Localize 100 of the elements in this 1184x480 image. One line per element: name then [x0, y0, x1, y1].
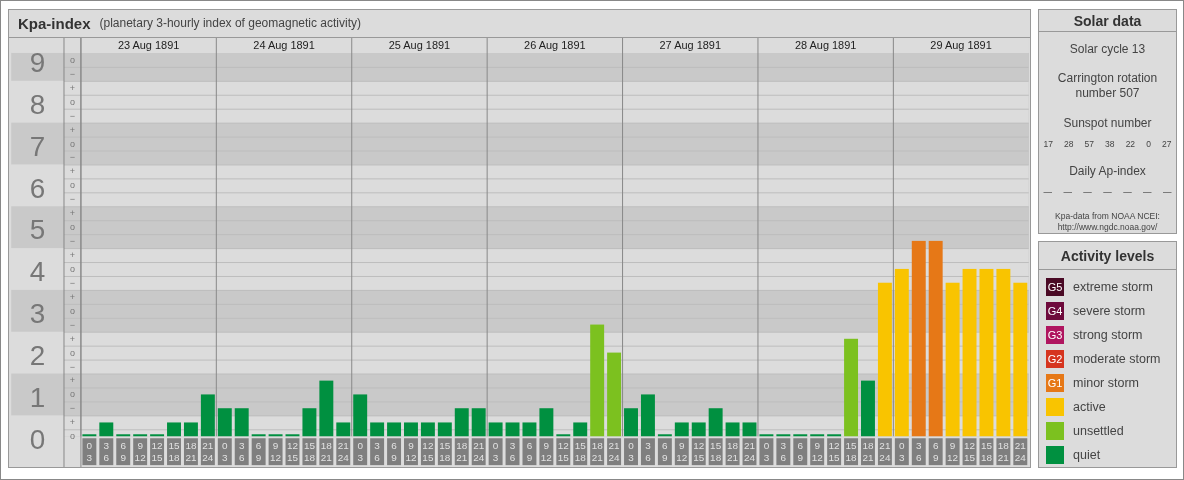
- sub-level-label: o: [69, 54, 75, 65]
- kp-bar: [624, 408, 638, 437]
- ap-index-value: —: [1063, 187, 1072, 197]
- time-range-label: 6 9: [251, 438, 266, 465]
- time-range-label: 0 3: [624, 438, 638, 465]
- time-range-label: 9 12: [945, 438, 960, 465]
- time-range-label: 3 6: [99, 438, 114, 465]
- sub-level-label: o: [69, 431, 75, 442]
- sub-level-label: +: [69, 249, 76, 260]
- kp-bar: [150, 434, 165, 437]
- x-tick-label: 0 3: [763, 440, 770, 464]
- x-tick-label: 6 9: [932, 440, 939, 464]
- badge-text: G5: [1046, 280, 1064, 294]
- time-range-label: 12 15: [556, 438, 571, 465]
- day-header: 26 Aug 1891: [524, 38, 586, 51]
- time-range-label: 3 6: [234, 438, 249, 465]
- sunspot-value: 38: [1105, 139, 1115, 149]
- time-range-label: 12 15: [827, 438, 842, 465]
- time-range-label: 15 18: [167, 438, 181, 465]
- sunspot-value: 57: [1084, 139, 1095, 149]
- sub-level-label: +: [69, 166, 76, 177]
- time-range-label: 21 24: [607, 438, 622, 465]
- sunspot-value: 0: [1146, 139, 1151, 149]
- time-range-label: 9 12: [539, 438, 554, 465]
- solar-cycle-text: Solar cycle 13: [1069, 42, 1146, 56]
- sub-level-label: −: [69, 361, 76, 372]
- time-range-label: 15 18: [302, 438, 317, 465]
- panel-subtitle: (planetary 3-hourly index of geomagnetic activity): [99, 16, 361, 31]
- sub-level-label: −: [69, 277, 76, 288]
- x-tick-label: 6 9: [391, 440, 398, 464]
- kp-level-label: 8: [29, 88, 46, 120]
- kp-level-label: 5: [29, 214, 46, 246]
- sub-level-label: −: [69, 152, 76, 163]
- sub-level-label: −: [69, 194, 76, 205]
- time-range-label: 12 15: [962, 438, 977, 465]
- sunspot-value: 27: [1161, 139, 1172, 149]
- time-range-label: 6 9: [522, 438, 537, 465]
- kp-bar: [387, 422, 401, 437]
- sub-level-label: +: [69, 208, 76, 219]
- time-range-label: 18 21: [454, 438, 469, 465]
- panel-title: Activity levels: [1039, 242, 1176, 270]
- sub-level-label: +: [69, 417, 76, 428]
- day-header: 28 Aug 1891: [794, 38, 857, 51]
- sunspot-value: 28: [1064, 139, 1074, 149]
- time-range-label: 3 6: [505, 438, 520, 465]
- time-range-label: 3 6: [911, 438, 926, 465]
- level-band: [11, 289, 64, 332]
- ap-index-value: —: [1083, 187, 1092, 197]
- sub-level-label: −: [69, 235, 76, 246]
- time-range-label: 18 21: [319, 438, 334, 465]
- time-range-label: 15 18: [573, 438, 588, 465]
- x-tick-label: 3 6: [238, 440, 245, 464]
- sub-level-label: +: [69, 291, 76, 302]
- kp-bar: [336, 422, 351, 437]
- time-range-label: 0 3: [488, 438, 503, 465]
- time-range-label: 3 6: [776, 438, 791, 465]
- source-note: Kpa-data from NOAA NCEI: http://www.ngdc.noaa.gov/: [1054, 211, 1161, 233]
- badge-text: G1: [1046, 376, 1064, 390]
- kp-bar: [133, 434, 148, 437]
- sub-level-label: −: [69, 403, 76, 414]
- kp-level-label: 3: [29, 297, 46, 329]
- sub-level-label: o: [69, 180, 75, 191]
- sub-level-label: o: [69, 347, 75, 358]
- time-range-label: 18 21: [725, 438, 740, 465]
- sunspot-value: 17: [1043, 139, 1053, 149]
- kp-level-label: 6: [29, 172, 46, 204]
- time-range-label: 0 3: [894, 438, 909, 465]
- time-range-label: 6 9: [387, 438, 401, 465]
- time-range-label: 21 24: [336, 438, 351, 465]
- sub-level-label: +: [69, 124, 76, 135]
- kp-bar: [539, 408, 554, 437]
- kp-level-label: 7: [29, 130, 46, 162]
- x-tick-label: 3 6: [103, 440, 110, 464]
- rotation-text: Carrington rotation number 507: [1056, 71, 1159, 101]
- time-range-label: 6 9: [116, 438, 131, 465]
- level-band: [11, 122, 64, 165]
- x-tick-label: 6 9: [797, 440, 804, 464]
- level-label: severe storm: [1073, 304, 1146, 318]
- x-tick-label: 0 3: [628, 440, 635, 464]
- time-range-label: 21 24: [471, 438, 486, 465]
- level-label: moderate storm: [1073, 352, 1161, 366]
- time-range-label: 21 24: [742, 438, 757, 465]
- time-range-label: 9 12: [133, 438, 148, 465]
- x-tick-label: 0 3: [492, 440, 499, 464]
- sub-level-label: +: [69, 82, 76, 93]
- time-range-label: 21 24: [200, 438, 215, 465]
- sub-level-label: o: [69, 263, 75, 274]
- sub-level-label: o: [69, 305, 75, 316]
- level-band: [11, 52, 64, 81]
- time-range-label: 18 21: [861, 438, 875, 465]
- time-range-label: 9 12: [674, 438, 689, 465]
- time-range-label: 6 9: [793, 438, 808, 465]
- x-tick-label: 0 3: [357, 440, 364, 464]
- badge-text: G3: [1046, 328, 1064, 342]
- kp-bar: [827, 434, 842, 437]
- time-range-label: 15 18: [708, 438, 723, 465]
- time-range-label: 0 3: [353, 438, 368, 465]
- kp-bar: [793, 434, 808, 437]
- ap-index-value: —: [1043, 187, 1052, 197]
- time-range-label: 15 18: [979, 438, 994, 465]
